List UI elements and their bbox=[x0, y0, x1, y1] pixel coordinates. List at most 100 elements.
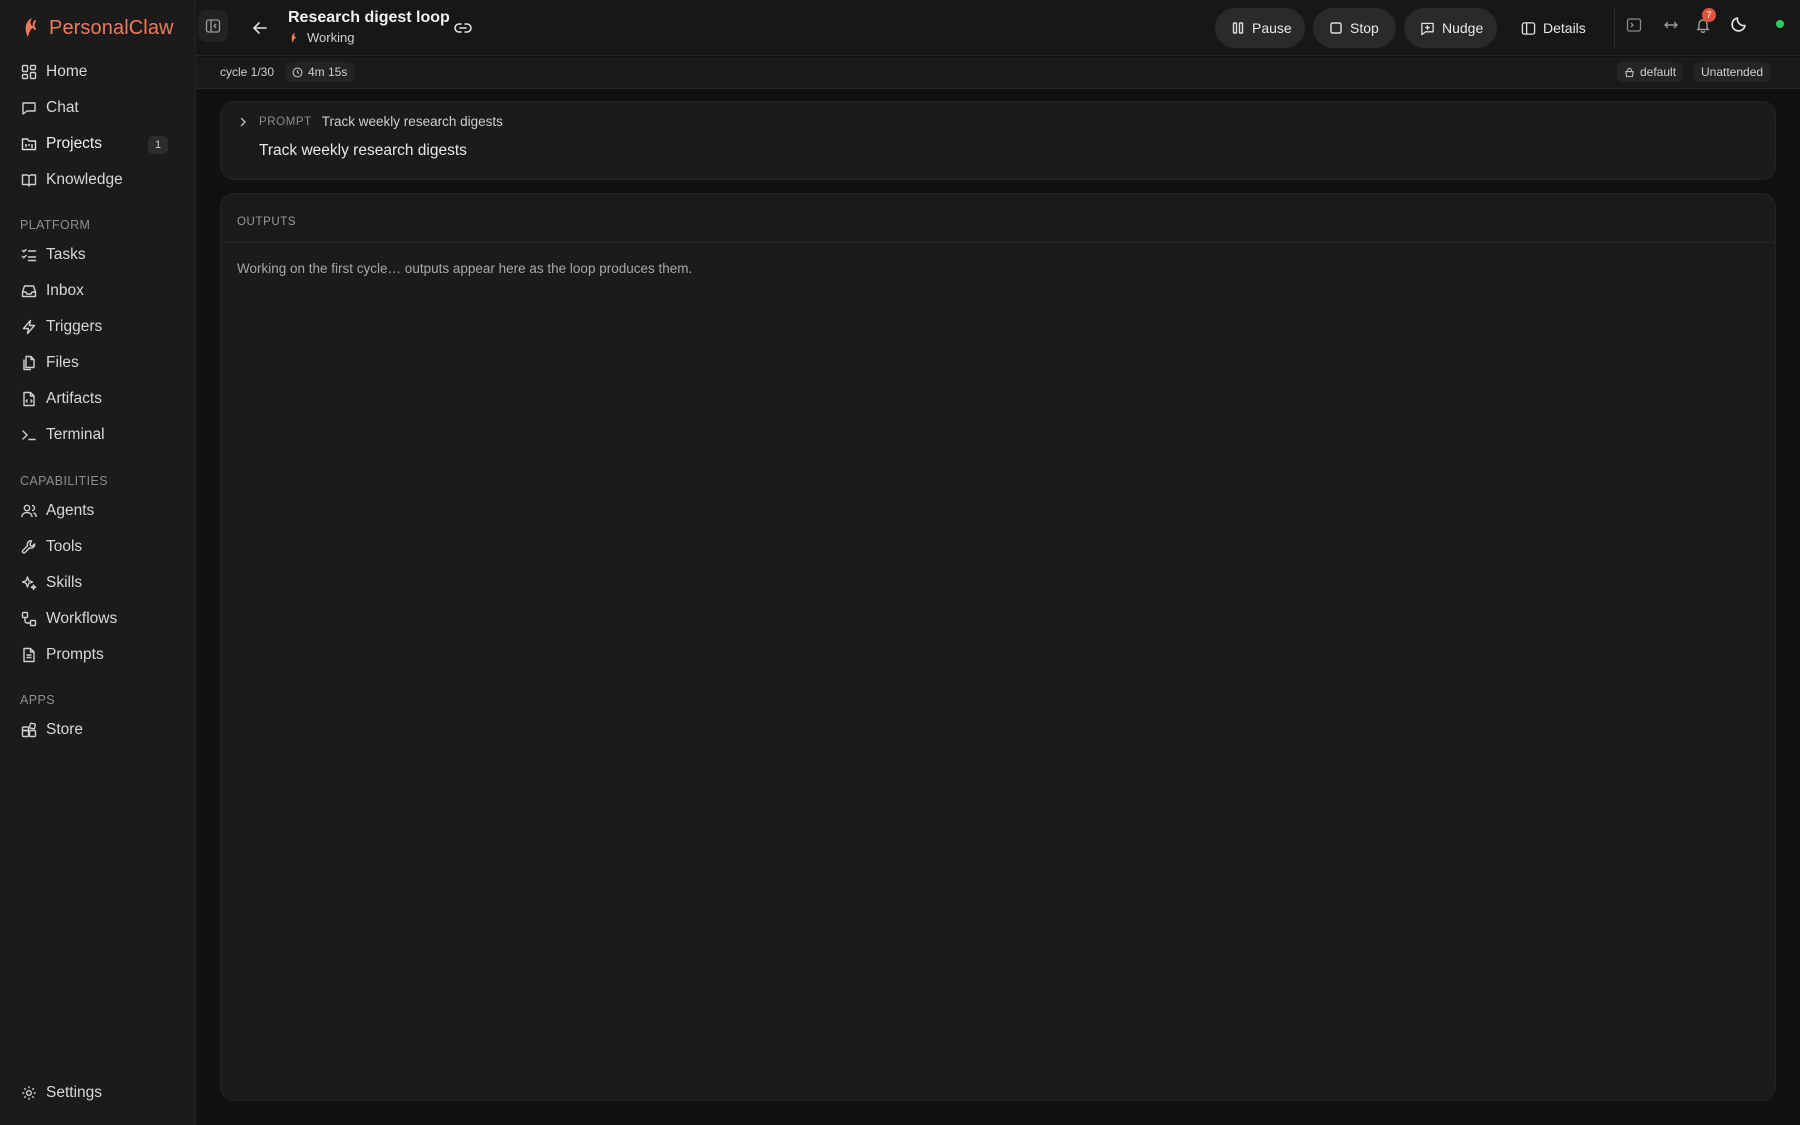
document-icon bbox=[20, 646, 38, 664]
stop-icon bbox=[1329, 21, 1343, 35]
lightning-icon bbox=[20, 318, 38, 336]
sidebar-item-files[interactable]: Files bbox=[10, 348, 186, 378]
sidebar-item-label: Artifacts bbox=[46, 390, 102, 407]
sidebar-item-label: Agents bbox=[46, 502, 95, 519]
sidebar-item-artifacts[interactable]: Artifacts bbox=[10, 384, 186, 414]
sidebar: PersonalClaw Home Chat Projects 1 Knowle… bbox=[0, 0, 196, 1125]
connection-status-dot bbox=[1776, 20, 1784, 28]
app-root: PersonalClaw Home Chat Projects 1 Knowle… bbox=[0, 0, 1800, 1125]
header-divider bbox=[1614, 8, 1615, 48]
sidebar-item-store[interactable]: Store bbox=[10, 715, 186, 745]
sidebar-item-label: Projects bbox=[46, 135, 102, 152]
sidebar-item-knowledge[interactable]: Knowledge bbox=[10, 165, 186, 195]
stop-button[interactable]: Stop bbox=[1313, 8, 1396, 48]
sidebar-item-label: Store bbox=[46, 721, 84, 738]
sidebar-item-label: Tasks bbox=[46, 246, 86, 263]
sidebar-item-label: Prompts bbox=[46, 646, 104, 663]
chevron-right-icon bbox=[237, 116, 249, 128]
brand[interactable]: PersonalClaw bbox=[19, 15, 174, 41]
sidebar-item-inbox[interactable]: Inbox bbox=[10, 276, 186, 306]
run-meta-bar bbox=[196, 57, 1800, 89]
projects-count-badge: 1 bbox=[148, 136, 168, 154]
section-capabilities: CAPABILITIES bbox=[20, 474, 108, 488]
sidebar-item-label: Workflows bbox=[46, 610, 118, 627]
outputs-heading: OUTPUTS bbox=[237, 216, 297, 228]
sidebar-item-skills[interactable]: Skills bbox=[10, 568, 186, 598]
terminal-icon bbox=[20, 426, 38, 444]
elapsed-time-chip: 4m 15s bbox=[285, 62, 355, 82]
width-toggle-button[interactable] bbox=[1660, 14, 1682, 36]
workflow-icon bbox=[20, 610, 38, 628]
outputs-divider bbox=[221, 242, 1775, 243]
sandbox-icon bbox=[1624, 67, 1635, 78]
sidebar-item-label: Files bbox=[46, 354, 79, 371]
prompt-summary: Track weekly research digests bbox=[321, 114, 503, 129]
sidebar-item-home[interactable]: Home bbox=[10, 57, 186, 87]
elapsed-time: 4m 15s bbox=[308, 65, 348, 79]
pause-button[interactable]: Pause bbox=[1215, 8, 1305, 48]
dashboard-icon bbox=[20, 63, 38, 81]
details-label: Details bbox=[1543, 20, 1586, 36]
mode-label: Unattended bbox=[1701, 65, 1764, 79]
status-text: Working bbox=[307, 30, 355, 45]
pause-icon bbox=[1231, 21, 1245, 35]
page-title: Research digest loop bbox=[288, 9, 450, 26]
arrows-horizontal-icon bbox=[1663, 17, 1679, 33]
nudge-label: Nudge bbox=[1442, 20, 1484, 36]
sidebar-item-triggers[interactable]: Triggers bbox=[10, 312, 186, 342]
folder-kanban-icon bbox=[20, 135, 38, 153]
sidebar-item-terminal[interactable]: Terminal bbox=[10, 420, 186, 450]
cycle-counter: cycle 1/30 bbox=[220, 65, 275, 79]
message-plus-icon bbox=[1420, 21, 1435, 36]
sidebar-item-label: Knowledge bbox=[46, 171, 123, 188]
sidebar-item-label: Chat bbox=[46, 99, 79, 116]
status-indicator: Working bbox=[288, 30, 354, 45]
console-toggle-button[interactable] bbox=[1623, 14, 1645, 36]
sidebar-item-settings[interactable]: Settings bbox=[10, 1078, 186, 1108]
sidebar-item-workflows[interactable]: Workflows bbox=[10, 604, 186, 634]
notification-count-badge: 7 bbox=[1702, 8, 1716, 22]
sidebar-item-projects[interactable]: Projects 1 bbox=[10, 129, 186, 159]
sidebar-item-agents[interactable]: Agents bbox=[10, 496, 186, 526]
sidebar-item-label: Skills bbox=[46, 574, 83, 591]
book-open-icon bbox=[20, 171, 38, 189]
section-platform: PLATFORM bbox=[20, 218, 91, 232]
outputs-panel: OUTPUTS Working on the first cycle… outp… bbox=[220, 193, 1776, 1101]
gear-icon bbox=[20, 1084, 38, 1102]
file-code-icon bbox=[20, 390, 38, 408]
sidebar-item-chat[interactable]: Chat bbox=[10, 93, 186, 123]
sidebar-item-tools[interactable]: Tools bbox=[10, 532, 186, 562]
brand-name: PersonalClaw bbox=[49, 16, 174, 39]
claw-logo-icon bbox=[19, 16, 41, 40]
sidebar-item-prompts[interactable]: Prompts bbox=[10, 640, 186, 670]
prompt-toggle[interactable]: PROMPT Track weekly research digests bbox=[237, 114, 503, 129]
moon-icon bbox=[1730, 15, 1748, 33]
profile-label: default bbox=[1640, 65, 1677, 79]
arrow-left-icon bbox=[251, 19, 269, 37]
sparkles-icon bbox=[20, 574, 38, 592]
collapse-sidebar-button[interactable] bbox=[198, 10, 228, 42]
prompt-label: PROMPT bbox=[259, 115, 312, 128]
link-icon bbox=[453, 18, 473, 38]
chat-bubble-icon bbox=[20, 99, 38, 117]
blocks-icon bbox=[20, 721, 38, 739]
terminal-square-icon bbox=[1626, 17, 1642, 33]
sidebar-item-label: Tools bbox=[46, 538, 83, 555]
copy-link-button[interactable] bbox=[451, 17, 475, 39]
profile-chip[interactable]: default bbox=[1617, 62, 1684, 82]
panel-right-icon bbox=[1521, 21, 1536, 36]
claw-status-icon bbox=[288, 31, 300, 45]
sidebar-item-tasks[interactable]: Tasks bbox=[10, 240, 186, 270]
sidebar-toggle-icon bbox=[205, 18, 221, 34]
inbox-icon bbox=[20, 282, 38, 300]
wrench-icon bbox=[20, 538, 38, 556]
outputs-empty-message: Working on the first cycle… outputs appe… bbox=[237, 261, 693, 276]
back-button[interactable] bbox=[249, 17, 271, 39]
prompt-card: PROMPT Track weekly research digests Tra… bbox=[220, 101, 1776, 180]
theme-toggle-button[interactable] bbox=[1728, 13, 1750, 35]
sidebar-item-label: Terminal bbox=[46, 426, 105, 443]
nudge-button[interactable]: Nudge bbox=[1404, 8, 1497, 48]
users-icon bbox=[20, 502, 38, 520]
details-button[interactable]: Details bbox=[1505, 8, 1599, 48]
section-apps: APPS bbox=[20, 693, 55, 707]
